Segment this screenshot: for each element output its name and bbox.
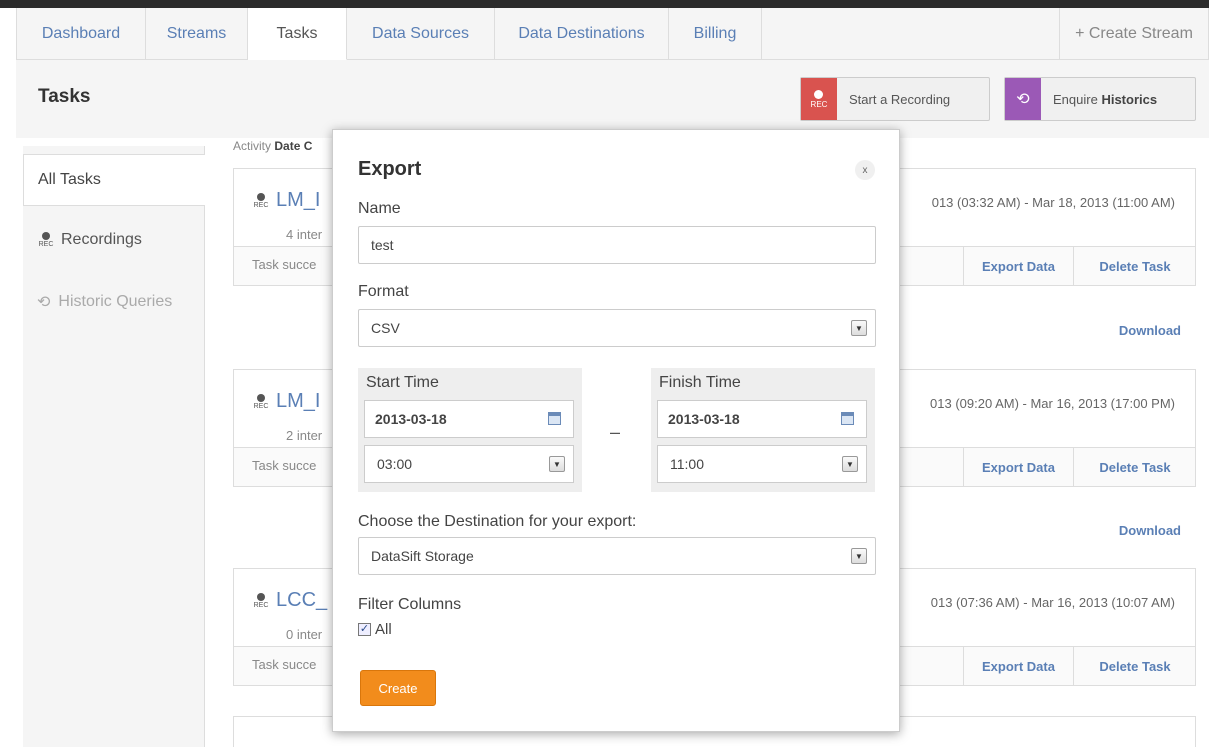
rec-icon: REC: [252, 393, 270, 410]
sidebar-item-historic-queries[interactable]: ⟲ Historic Queries: [23, 276, 205, 328]
export-data-button[interactable]: Export Data: [963, 247, 1073, 285]
checkbox-checked-icon[interactable]: ✓: [358, 623, 371, 636]
historics-label: Historics: [1101, 91, 1158, 107]
filter-columns-label: Filter Columns: [358, 596, 462, 613]
export-data-button[interactable]: Export Data: [963, 647, 1073, 685]
destination-label: Choose the Destination for your export:: [358, 513, 637, 530]
task-dates: 013 (09:20 AM) - Mar 16, 2013 (17:00 PM): [930, 396, 1175, 411]
enquire-historics-button[interactable]: ⟲ Enquire Historics: [1004, 77, 1196, 121]
calendar-icon[interactable]: [841, 412, 854, 425]
task-dates: 013 (07:36 AM) - Mar 16, 2013 (10:07 AM): [930, 595, 1175, 610]
task-interactions: 4 inter: [286, 227, 323, 242]
main-nav: Dashboard Streams Tasks Data Sources Dat…: [16, 8, 1209, 60]
chevron-down-icon: ▼: [851, 548, 867, 564]
start-time-label: Start Time: [366, 374, 439, 391]
rec-icon-text: REC: [810, 99, 828, 109]
tab-data-destinations[interactable]: Data Destinations: [495, 8, 669, 59]
download-link[interactable]: Download: [1119, 523, 1181, 538]
format-value: CSV: [371, 320, 400, 336]
task-title[interactable]: LM_I: [276, 189, 320, 212]
nav-spacer: [762, 8, 1060, 59]
delete-task-button[interactable]: Delete Task: [1073, 448, 1196, 486]
create-button[interactable]: Create: [360, 670, 436, 706]
activity-sort: Activity Date C: [233, 139, 312, 153]
export-data-button[interactable]: Export Data: [963, 448, 1073, 486]
name-label: Name: [358, 200, 401, 217]
sidebar: All Tasks REC Recordings ⟲ Historic Quer…: [23, 146, 205, 747]
chevron-down-icon: ▼: [851, 320, 867, 336]
activity-prefix: Activity: [233, 139, 272, 153]
enquire-label: Enquire: [1053, 91, 1098, 107]
sort-date-link[interactable]: Date C: [274, 139, 312, 153]
filter-all-checkbox[interactable]: ✓ All: [358, 621, 392, 638]
chevron-down-icon: ▼: [842, 456, 858, 472]
task-dates: 013 (03:32 AM) - Mar 18, 2013 (11:00 AM): [931, 195, 1175, 210]
start-date-value: 2013-03-18: [375, 411, 447, 427]
finish-date-input[interactable]: 2013-03-18: [657, 400, 867, 438]
start-date-input[interactable]: 2013-03-18: [364, 400, 574, 438]
finish-date-value: 2013-03-18: [668, 411, 740, 427]
tab-streams[interactable]: Streams: [146, 8, 248, 59]
sidebar-item-label: Recordings: [61, 231, 142, 248]
close-icon[interactable]: x: [855, 160, 875, 180]
sidebar-item-all-tasks[interactable]: All Tasks: [23, 154, 205, 206]
task-status: Task succe: [252, 657, 317, 672]
page-title: Tasks: [38, 86, 91, 107]
finish-time-select[interactable]: 11:00 ▼: [657, 445, 867, 483]
sidebar-item-label: Historic Queries: [58, 293, 173, 310]
destination-select[interactable]: DataSift Storage ▼: [358, 537, 876, 575]
task-status: Task succe: [252, 458, 317, 473]
sidebar-item-recordings[interactable]: REC Recordings: [23, 214, 205, 266]
chevron-down-icon: ▼: [549, 456, 565, 472]
finish-time-label: Finish Time: [659, 374, 741, 391]
top-bar: [0, 0, 1209, 8]
delete-task-button[interactable]: Delete Task: [1073, 647, 1196, 685]
format-select[interactable]: CSV ▼: [358, 309, 876, 347]
task-title[interactable]: LCC_: [276, 589, 327, 612]
export-modal: Export x Name test Format CSV ▼ Start Ti…: [332, 129, 900, 732]
finish-time-value: 11:00: [670, 456, 704, 472]
rec-icon: REC: [252, 592, 270, 609]
start-recording-label: Start a Recording: [849, 91, 951, 107]
filter-all-label: All: [375, 621, 392, 638]
name-input[interactable]: test: [358, 226, 876, 264]
format-label: Format: [358, 283, 409, 300]
history-icon: ⟲: [1005, 78, 1041, 120]
modal-title: Export: [358, 158, 422, 180]
task-interactions: 2 inter: [286, 428, 323, 443]
tab-data-sources[interactable]: Data Sources: [347, 8, 495, 59]
task-interactions: 0 inter: [286, 627, 323, 642]
tab-dashboard[interactable]: Dashboard: [17, 8, 146, 59]
history-icon: ⟲: [37, 294, 51, 311]
time-separator: –: [610, 422, 621, 442]
download-link[interactable]: Download: [1119, 323, 1181, 338]
start-recording-button[interactable]: REC Start a Recording: [800, 77, 990, 121]
tab-tasks[interactable]: Tasks: [248, 8, 347, 60]
calendar-icon[interactable]: [548, 412, 561, 425]
delete-task-button[interactable]: Delete Task: [1073, 247, 1196, 285]
start-time-select[interactable]: 03:00 ▼: [364, 445, 574, 483]
task-status: Task succe: [252, 257, 317, 272]
start-time-value: 03:00: [377, 456, 413, 472]
start-time-box: Start Time 2013-03-18 03:00 ▼: [358, 368, 582, 492]
finish-time-box: Finish Time 2013-03-18 11:00 ▼: [651, 368, 875, 492]
sidebar-item-label: All Tasks: [38, 171, 101, 188]
rec-icon: REC: [37, 232, 55, 248]
destination-value: DataSift Storage: [371, 548, 474, 564]
rec-icon: REC: [252, 192, 270, 209]
task-title[interactable]: LM_I: [276, 390, 320, 413]
create-stream-button[interactable]: + Create Stream: [1060, 8, 1208, 59]
tab-billing[interactable]: Billing: [669, 8, 762, 59]
rec-icon: REC: [801, 78, 837, 120]
